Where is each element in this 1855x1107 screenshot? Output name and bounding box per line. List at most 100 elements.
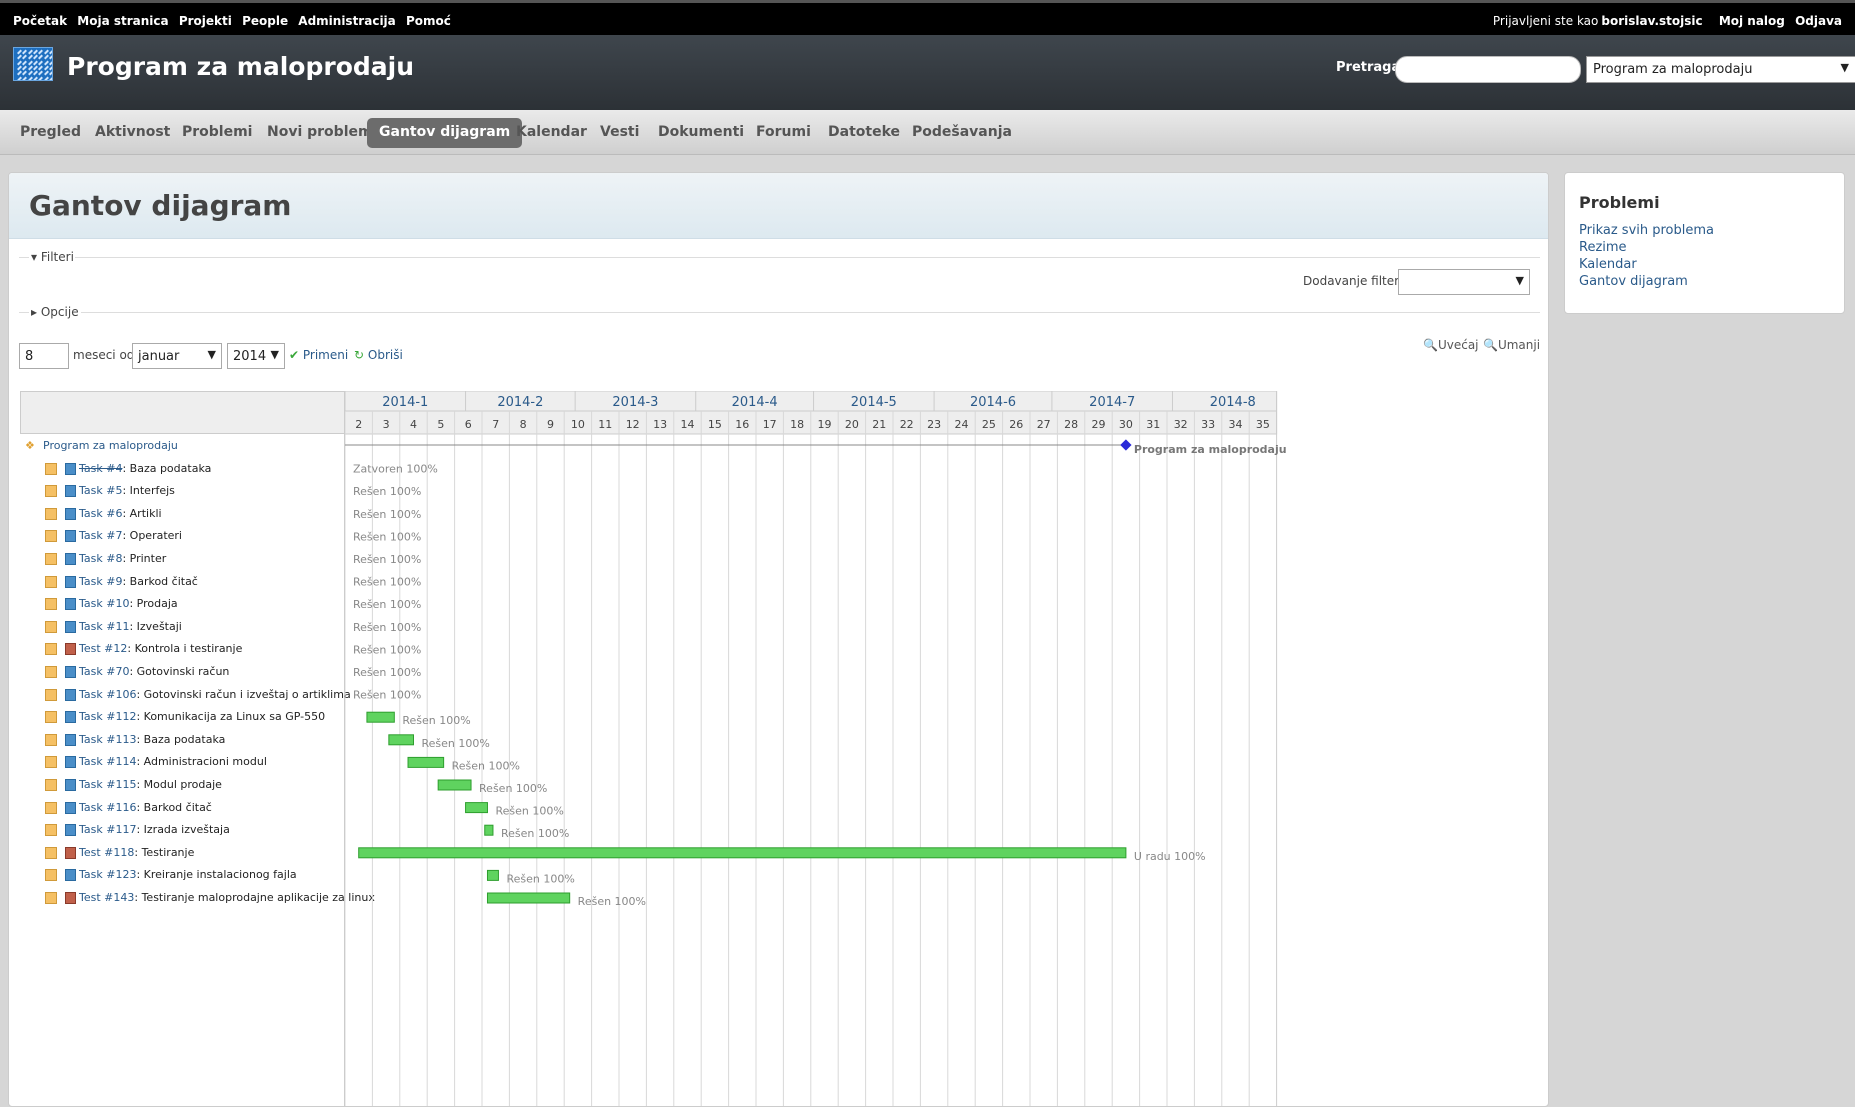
tab-documents[interactable]: Dokumenti	[646, 118, 756, 148]
issue-link[interactable]: Task #6	[79, 507, 122, 520]
month-select[interactable]: januar ▼	[132, 343, 222, 369]
issue-link[interactable]: Test #12	[79, 642, 127, 655]
issue-link[interactable]: Task #106	[79, 688, 136, 701]
gantt-project-name[interactable]: Program za maloprodaju	[43, 439, 178, 452]
clear-link[interactable]: ↻ Obriši	[354, 348, 403, 362]
top-link-my-page[interactable]: Moja stranica	[77, 14, 168, 28]
issue-link[interactable]: Task #114	[79, 755, 136, 768]
months-input[interactable]: 8	[19, 343, 69, 369]
task-tracker-icon	[65, 756, 76, 769]
issue-folder-icon	[45, 485, 57, 498]
gantt-issue-row[interactable]: Task #8: Printer	[20, 548, 345, 570]
gantt-issue-row[interactable]: Task #11: Izveštaji	[20, 616, 345, 638]
gantt-issue-row[interactable]: Task #123: Kreiranje instalacionog fajla	[20, 864, 345, 886]
tab-activity[interactable]: Aktivnost	[83, 118, 182, 148]
gantt-issue-row[interactable]: Test #118: Testiranje	[20, 842, 345, 864]
tab-issues[interactable]: Problemi	[170, 118, 265, 148]
month-label: 2014-8	[1210, 395, 1256, 410]
issue-subject-text: : Baza podataka	[136, 732, 226, 746]
tab-news[interactable]: Vesti	[588, 118, 651, 148]
task-tracker-icon	[65, 530, 76, 543]
issue-link[interactable]: Task #115	[79, 778, 136, 791]
year-select[interactable]: 2014 ▼	[227, 343, 285, 369]
top-link-help[interactable]: Pomoć	[406, 14, 451, 28]
issue-folder-icon	[45, 892, 57, 904]
options-label: Opcije	[40, 305, 79, 319]
gantt-issue-row[interactable]: Task #115: Modul prodaje	[20, 774, 345, 796]
issue-link[interactable]: Task #123	[79, 868, 136, 881]
gantt-issue-row[interactable]: Test #12: Kontrola i testiranje	[20, 638, 345, 660]
top-link-administration[interactable]: Administracija	[298, 14, 395, 28]
apply-link[interactable]: ✔ Primeni	[289, 348, 348, 362]
top-link-people[interactable]: People	[242, 14, 288, 28]
gantt-issue-row[interactable]: Task #4: Baza podataka	[20, 458, 345, 480]
zoom-out-link[interactable]: 🔍Umanji	[1483, 338, 1540, 352]
gantt-issue-row[interactable]: Task #114: Administracioni modul	[20, 751, 345, 773]
issue-link[interactable]: Task #5	[79, 484, 122, 497]
issue-subject: Task #114: Administracioni modul	[79, 755, 267, 768]
issue-subject: Test #118: Testiranje	[79, 846, 194, 859]
issue-link[interactable]: Task #10	[79, 597, 129, 610]
issue-status-label: Rešen 100%	[578, 895, 646, 908]
issue-bar	[407, 756, 445, 768]
issue-subject-text: : Barkod čitač	[136, 800, 212, 814]
issue-link[interactable]: Task #8	[79, 552, 122, 565]
add-filter-select[interactable]: ▼	[1398, 269, 1530, 295]
task-tracker-icon	[65, 462, 76, 475]
sidebar-link-summary[interactable]: Rezime	[1579, 240, 1627, 255]
user-link[interactable]: borislav.stojsic	[1601, 14, 1702, 28]
tab-files[interactable]: Datoteke	[816, 118, 912, 148]
issue-link[interactable]: Task #113	[79, 733, 136, 746]
logout-link[interactable]: Odjava	[1795, 14, 1842, 28]
gantt-project-row[interactable]: ❖ Program za maloprodaju	[20, 435, 345, 457]
issue-link[interactable]: Task #70	[79, 665, 129, 678]
gantt-issue-row[interactable]: Task #113: Baza podataka	[20, 729, 345, 751]
year-select-value: 2014	[233, 349, 267, 364]
chevron-right-icon: ▸	[31, 305, 38, 319]
search-input[interactable]	[1395, 56, 1581, 83]
gantt-issue-row[interactable]: Task #9: Barkod čitač	[20, 571, 345, 593]
issue-link[interactable]: Task #9	[79, 575, 122, 588]
issue-status-label: Rešen 100%	[353, 666, 421, 679]
gantt-issue-row[interactable]: Test #143: Testiranje maloprodajne aplik…	[20, 887, 375, 909]
my-account-link[interactable]: Moj nalog	[1719, 14, 1785, 28]
sidebar-link-gantt[interactable]: Gantov dijagram	[1579, 274, 1688, 289]
issue-link[interactable]: Task #4	[79, 462, 122, 475]
issue-subject-text: : Kreiranje instalacionog fajla	[136, 868, 297, 882]
top-link-projects[interactable]: Projekti	[179, 14, 232, 28]
issue-folder-icon	[45, 530, 57, 543]
gantt-issue-row[interactable]: Task #112: Komunikacija za Linux sa GP-5…	[20, 706, 345, 728]
issue-subject-text: : Gotovinski račun i izveštaj o artiklim…	[136, 687, 351, 701]
zoom-in-link[interactable]: 🔍Uvećaj	[1423, 338, 1479, 352]
gantt-issue-row[interactable]: Task #6: Artikli	[20, 503, 345, 525]
gantt-issue-row[interactable]: Task #5: Interfejs	[20, 480, 345, 502]
issue-link[interactable]: Task #117	[79, 823, 136, 836]
sidebar-link-all-issues[interactable]: Prikaz svih problema	[1579, 223, 1714, 238]
sidebar-link-calendar[interactable]: Kalendar	[1579, 257, 1637, 272]
top-link-home[interactable]: Početak	[13, 14, 67, 28]
gantt-issue-row[interactable]: Task #10: Prodaja	[20, 593, 345, 615]
tab-gantt[interactable]: Gantov dijagram	[367, 118, 523, 148]
week-label: 10	[571, 418, 585, 431]
issue-link[interactable]: Task #116	[79, 801, 136, 814]
tab-overview[interactable]: Pregled	[8, 118, 93, 148]
issue-link[interactable]: Test #143	[79, 891, 134, 904]
gantt-issue-row[interactable]: Task #7: Operateri	[20, 525, 345, 547]
gantt-issue-row[interactable]: Task #117: Izrada izveštaja	[20, 819, 345, 841]
week-label: 9	[547, 418, 554, 431]
gantt-issue-row[interactable]: Task #116: Barkod čitač	[20, 797, 345, 819]
issue-link[interactable]: Task #7	[79, 529, 122, 542]
gantt-issue-row[interactable]: Task #70: Gotovinski račun	[20, 661, 345, 683]
issue-link[interactable]: Task #11	[79, 620, 129, 633]
tab-settings[interactable]: Podešavanja	[900, 118, 1024, 148]
gantt-issue-row[interactable]: Task #106: Gotovinski račun i izveštaj o…	[20, 684, 351, 706]
tab-new-issue[interactable]: Novi problem	[255, 118, 385, 148]
issue-link[interactable]: Test #118	[79, 846, 134, 859]
task-tracker-icon	[65, 801, 76, 814]
tab-forums[interactable]: Forumi	[744, 118, 823, 148]
options-toggle[interactable]: ▸ Opcije	[31, 305, 79, 319]
project-jump-select[interactable]: Program za maloprodaju ▼	[1586, 56, 1855, 83]
issue-link[interactable]: Task #112	[79, 710, 136, 723]
filters-toggle[interactable]: ▾ Filteri	[31, 250, 74, 264]
tab-calendar[interactable]: Kalendar	[504, 118, 599, 148]
